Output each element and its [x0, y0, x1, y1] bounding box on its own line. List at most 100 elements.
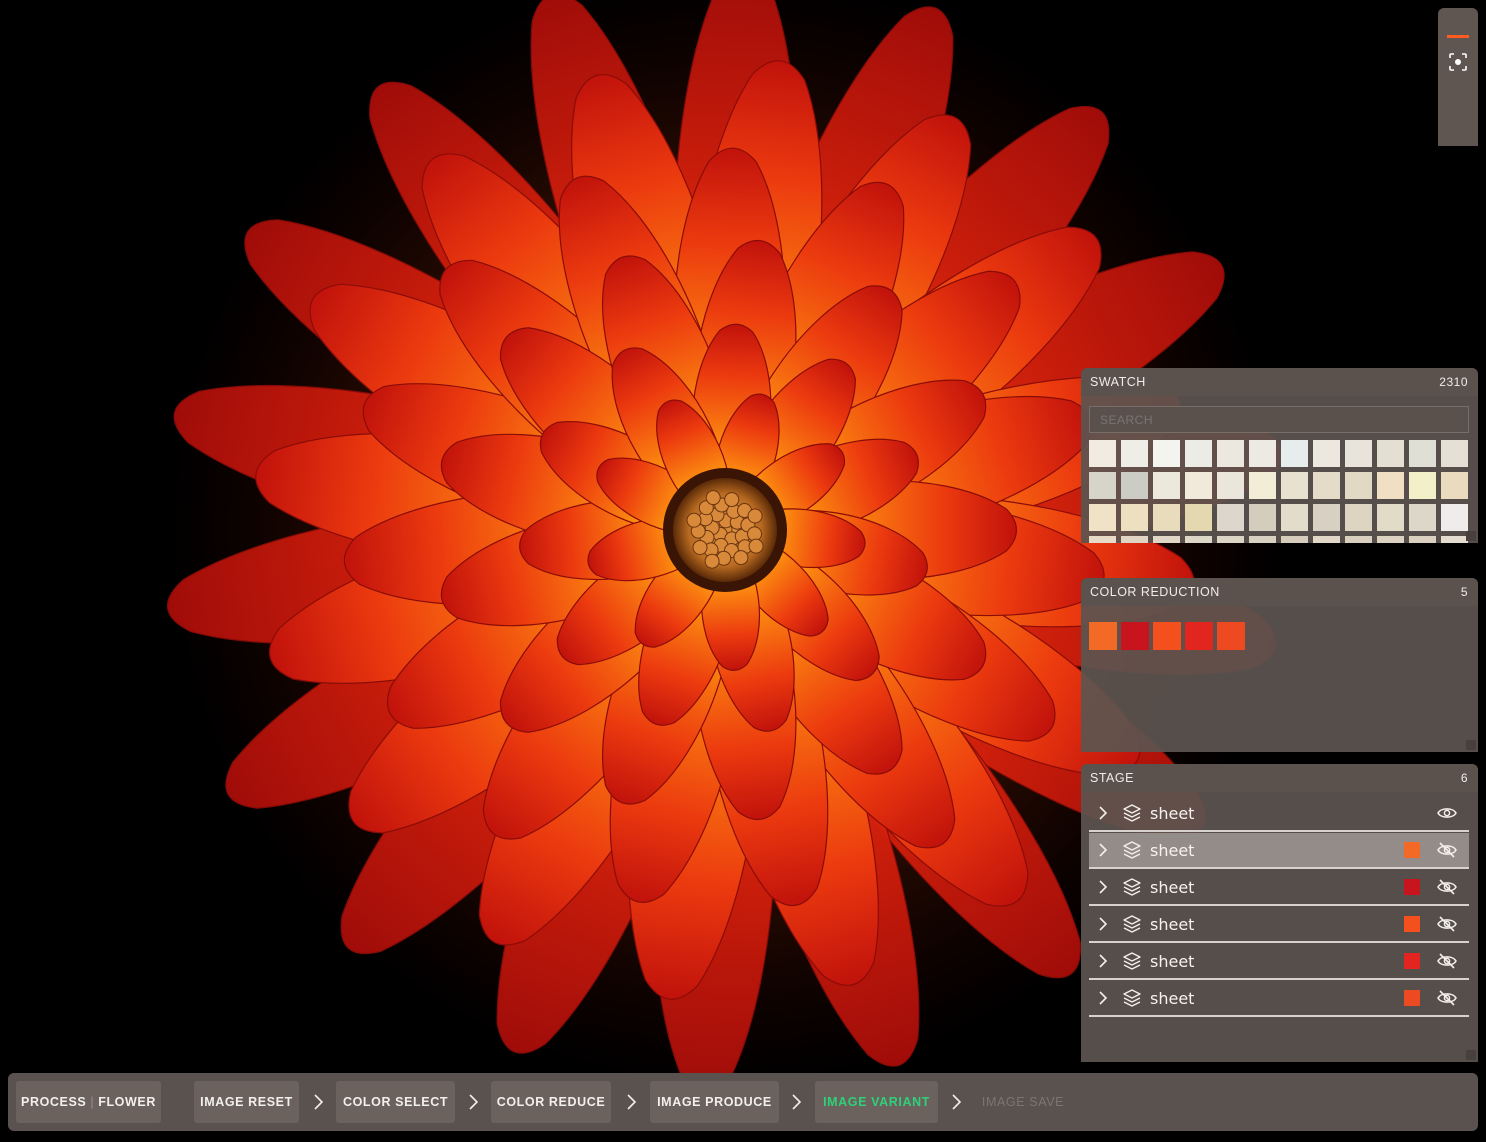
swatch-color[interactable] — [1185, 472, 1212, 499]
stage-layer-row[interactable]: sheet — [1089, 796, 1469, 832]
swatch-color[interactable] — [1409, 536, 1436, 543]
layers-icon — [1122, 877, 1142, 897]
layer-color-chip[interactable] — [1404, 990, 1420, 1006]
swatch-color[interactable] — [1313, 440, 1340, 467]
pipeline-step-color-select[interactable]: COLOR SELECT — [336, 1081, 455, 1123]
swatch-color[interactable] — [1089, 472, 1116, 499]
swatch-grid — [1089, 440, 1471, 543]
swatch-color[interactable] — [1249, 504, 1276, 531]
resize-handle[interactable] — [1466, 1050, 1476, 1060]
swatch-color[interactable] — [1409, 504, 1436, 531]
reduced-color-chip[interactable] — [1217, 622, 1245, 650]
swatch-color[interactable] — [1345, 472, 1372, 499]
layers-icon — [1122, 988, 1142, 1008]
swatch-color[interactable] — [1313, 504, 1340, 531]
swatch-color[interactable] — [1121, 536, 1148, 543]
eye-off-icon[interactable] — [1436, 916, 1458, 932]
eye-off-icon[interactable] — [1436, 953, 1458, 969]
swatch-color[interactable] — [1313, 472, 1340, 499]
chevron-right-icon[interactable] — [1093, 990, 1113, 1006]
reduced-color-chip[interactable] — [1185, 622, 1213, 650]
swatch-color[interactable] — [1121, 440, 1148, 467]
pipeline-bar: PROCESS | FLOWER IMAGE RESET COLOR SELECT… — [8, 1073, 1478, 1131]
pipeline-step-image-variant[interactable]: IMAGE VARIANT — [815, 1081, 938, 1123]
swatch-color[interactable] — [1153, 440, 1180, 467]
swatch-title: SWATCH — [1090, 375, 1146, 389]
chevron-right-icon[interactable] — [1093, 842, 1113, 858]
pipeline-step-image-produce[interactable]: IMAGE PRODUCE — [650, 1081, 779, 1123]
swatch-color[interactable] — [1313, 536, 1340, 543]
layer-color-chip[interactable] — [1404, 953, 1420, 969]
resize-handle[interactable] — [1466, 740, 1476, 750]
chevron-right-icon[interactable] — [1093, 916, 1113, 932]
pipeline-step-image-save: IMAGE SAVE — [981, 1095, 1065, 1109]
swatch-count: 2310 — [1439, 375, 1468, 389]
stage-layer-row[interactable]: sheet — [1089, 907, 1469, 943]
swatch-color[interactable] — [1217, 472, 1244, 499]
pipeline-step-color-reduce[interactable]: COLOR REDUCE — [491, 1081, 611, 1123]
toolbar-accent — [1447, 35, 1469, 38]
swatch-color[interactable] — [1121, 472, 1148, 499]
swatch-color[interactable] — [1441, 504, 1468, 531]
swatch-color[interactable] — [1249, 440, 1276, 467]
swatch-color[interactable] — [1217, 440, 1244, 467]
chevron-right-icon[interactable] — [1093, 879, 1113, 895]
swatch-color[interactable] — [1153, 472, 1180, 499]
reduced-color-chip[interactable] — [1153, 622, 1181, 650]
swatch-color[interactable] — [1153, 504, 1180, 531]
swatch-color[interactable] — [1121, 504, 1148, 531]
swatch-color[interactable] — [1281, 504, 1308, 531]
swatch-color[interactable] — [1089, 504, 1116, 531]
layer-color-chip[interactable] — [1404, 842, 1420, 858]
swatch-color[interactable] — [1409, 440, 1436, 467]
swatch-color[interactable] — [1217, 536, 1244, 543]
reduced-color-chip[interactable] — [1121, 622, 1149, 650]
swatch-color[interactable] — [1281, 536, 1308, 543]
chevron-right-icon[interactable] — [1093, 953, 1113, 969]
swatch-color[interactable] — [1089, 536, 1116, 543]
stage-layer-row[interactable]: sheet — [1089, 833, 1469, 869]
swatch-color[interactable] — [1345, 504, 1372, 531]
swatch-color[interactable] — [1441, 536, 1468, 543]
swatch-color[interactable] — [1377, 472, 1404, 499]
eye-off-icon[interactable] — [1436, 842, 1458, 858]
swatch-color[interactable] — [1249, 536, 1276, 543]
swatch-search-input[interactable] — [1098, 411, 1468, 428]
color-reduction-header: COLOR REDUCTION 5 — [1081, 578, 1478, 606]
eye-off-icon[interactable] — [1436, 879, 1458, 895]
layer-color-chip[interactable] — [1404, 879, 1420, 895]
process-label: PROCESS — [21, 1095, 87, 1109]
resize-handle[interactable] — [1466, 531, 1476, 541]
swatch-color[interactable] — [1249, 472, 1276, 499]
stage-layer-row[interactable]: sheet — [1089, 944, 1469, 980]
swatch-search[interactable] — [1089, 406, 1469, 433]
stage-layer-row[interactable]: sheet — [1089, 870, 1469, 906]
color-reduction-panel: COLOR REDUCTION 5 — [1081, 578, 1478, 752]
swatch-color[interactable] — [1377, 536, 1404, 543]
swatch-color[interactable] — [1345, 536, 1372, 543]
swatch-color[interactable] — [1217, 504, 1244, 531]
swatch-color[interactable] — [1345, 440, 1372, 467]
swatch-color[interactable] — [1185, 504, 1212, 531]
swatch-color[interactable] — [1377, 440, 1404, 467]
swatch-color[interactable] — [1377, 504, 1404, 531]
swatch-color[interactable] — [1185, 440, 1212, 467]
layer-color-chip[interactable] — [1404, 916, 1420, 932]
view-toolbar — [1438, 8, 1478, 146]
eye-icon[interactable] — [1436, 806, 1458, 820]
focus-icon[interactable] — [1448, 52, 1468, 72]
stage-layer-row[interactable]: sheet — [1089, 981, 1469, 1017]
swatch-color[interactable] — [1441, 472, 1468, 499]
reduced-color-chip[interactable] — [1089, 622, 1117, 650]
swatch-color[interactable] — [1089, 440, 1116, 467]
eye-off-icon[interactable] — [1436, 990, 1458, 1006]
process-button[interactable]: PROCESS | FLOWER — [16, 1081, 161, 1123]
swatch-color[interactable] — [1409, 472, 1436, 499]
chevron-right-icon[interactable] — [1093, 805, 1113, 821]
swatch-color[interactable] — [1281, 440, 1308, 467]
swatch-color[interactable] — [1185, 536, 1212, 543]
pipeline-step-image-reset[interactable]: IMAGE RESET — [194, 1081, 299, 1123]
swatch-color[interactable] — [1153, 536, 1180, 543]
swatch-color[interactable] — [1281, 472, 1308, 499]
swatch-color[interactable] — [1441, 440, 1468, 467]
